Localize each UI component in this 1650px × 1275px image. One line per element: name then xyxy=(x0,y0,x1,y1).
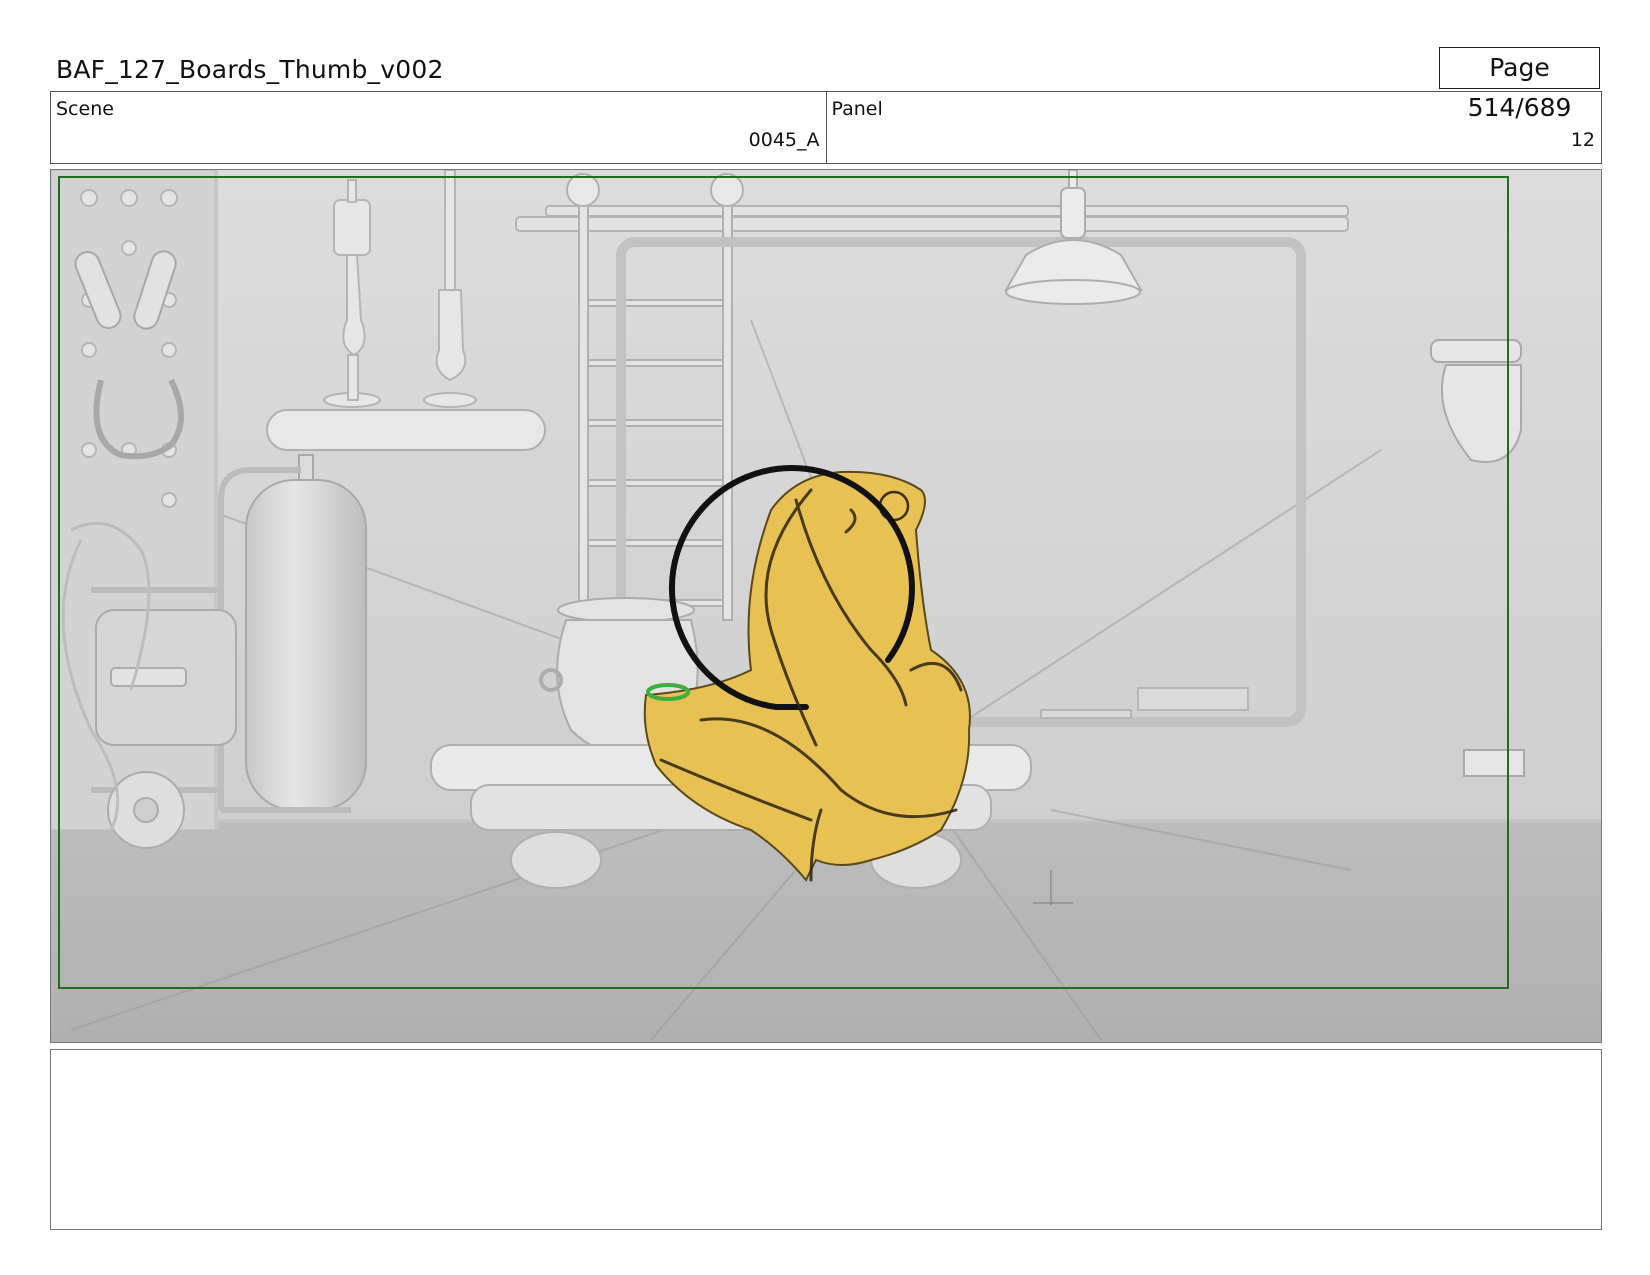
shelf xyxy=(266,409,546,451)
scene-label: Scene xyxy=(56,98,114,120)
info-row: Scene 0045_A Panel 12 xyxy=(50,91,1602,164)
document-title: BAF_127_Boards_Thumb_v002 xyxy=(56,55,444,84)
scene-cell: Scene 0045_A xyxy=(51,92,826,163)
panel-cell: Panel 12 xyxy=(825,92,1602,163)
top-rail xyxy=(515,205,1349,232)
storyboard-frame xyxy=(50,169,1602,1043)
storyboard-drawing xyxy=(51,170,1601,1042)
panel-label: Panel xyxy=(831,98,883,120)
scene-value: 0045_A xyxy=(748,129,820,151)
page-number: Page 514/689 xyxy=(1439,47,1600,122)
panel-value: 12 xyxy=(1570,129,1595,151)
gas-tank xyxy=(245,454,367,811)
notes-area xyxy=(50,1049,1602,1230)
